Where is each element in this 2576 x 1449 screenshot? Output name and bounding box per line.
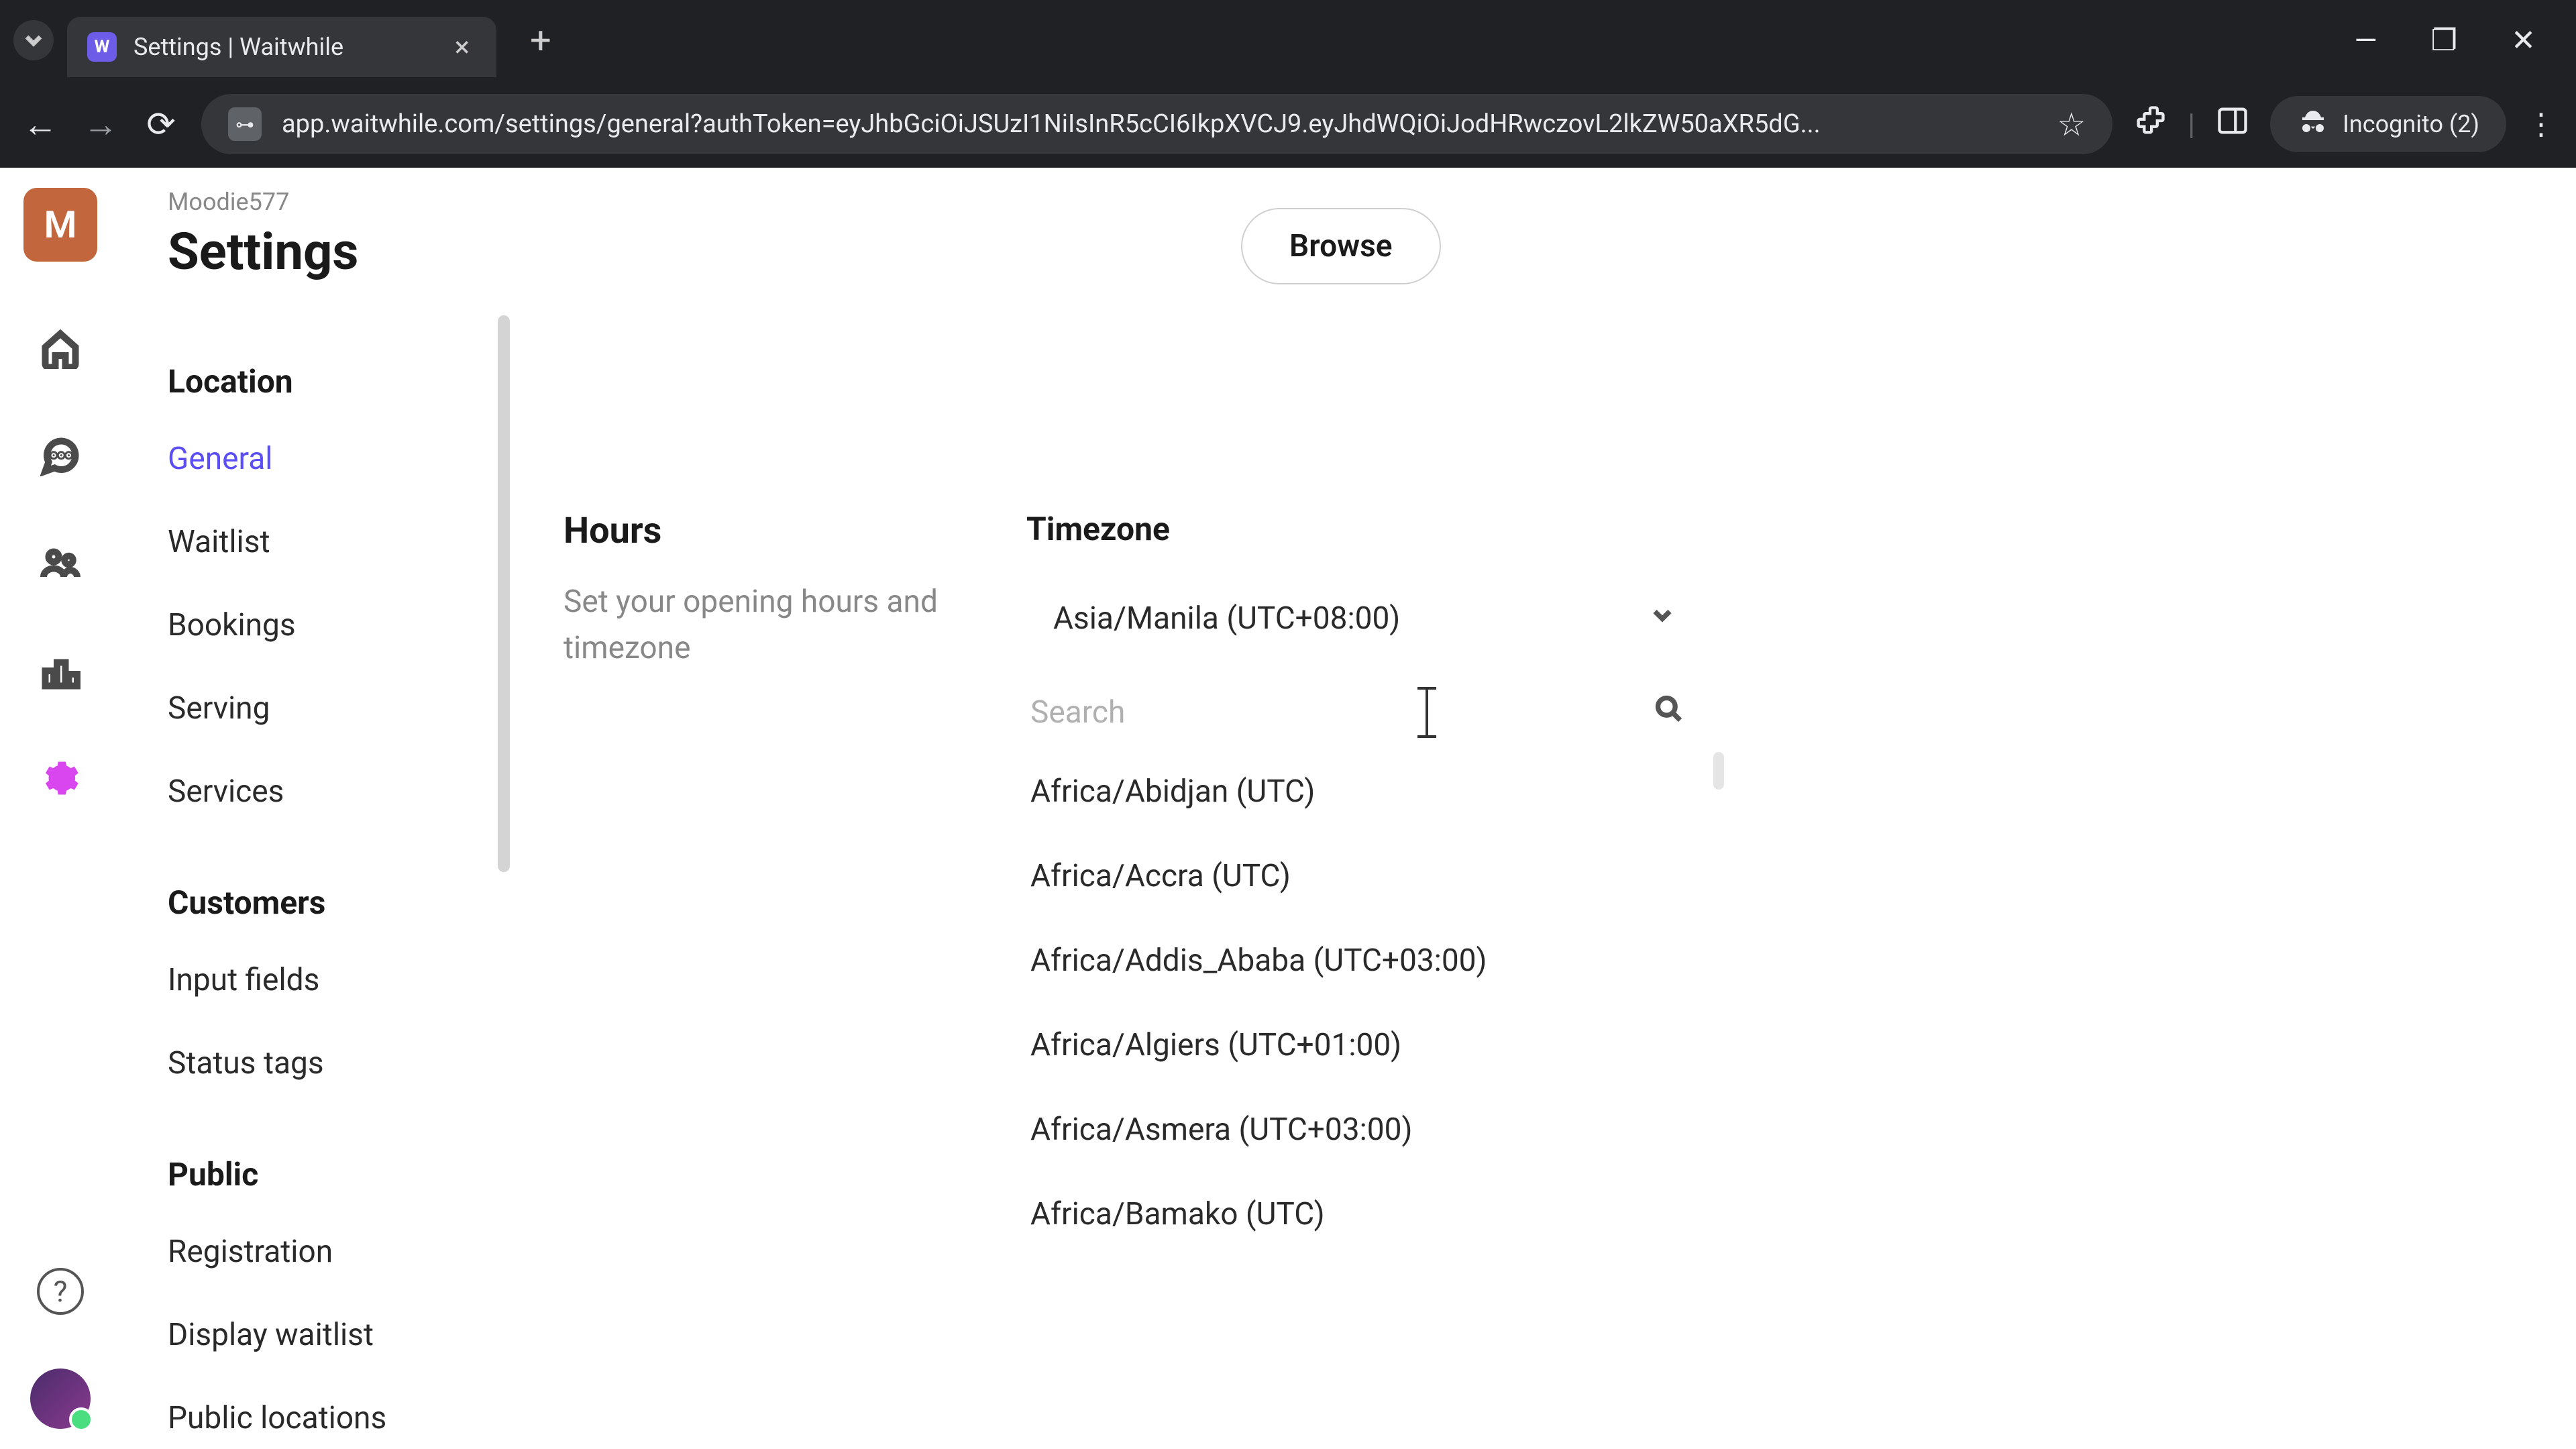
minimize-icon[interactable]: — [2354, 23, 2377, 58]
waitwhile-favicon: W [87, 32, 117, 62]
browser-chrome: W Settings | Waitwhile × + — ❐ ✕ ← → ⟳ ⊶… [0, 0, 2576, 168]
window-controls: — ❐ ✕ [2354, 23, 2563, 58]
timezone-option[interactable]: Africa/Asmera (UTC+03:00) [1026, 1087, 1697, 1172]
url-bar: ← → ⟳ ⊶ app.waitwhile.com/settings/gener… [0, 80, 2576, 168]
timezone-search-row [1026, 676, 1697, 749]
new-tab-button[interactable]: + [530, 18, 551, 62]
nav-section-title: Location [168, 362, 483, 400]
profile-avatar[interactable] [30, 1368, 91, 1429]
toolbar-divider: | [2188, 107, 2195, 142]
nav-section-title: Public [168, 1155, 483, 1193]
timezone-option[interactable]: Africa/Accra (UTC) [1026, 834, 1697, 918]
help-icon[interactable]: ? [37, 1268, 84, 1315]
side-panel-icon[interactable] [2215, 103, 2250, 146]
timezone-option-list: Africa/Abidjan (UTC) Africa/Accra (UTC) … [1026, 749, 1697, 1256]
analytics-icon[interactable] [40, 651, 80, 691]
hours-subtitle: Set your opening hours and timezone [564, 579, 939, 672]
close-window-icon[interactable]: ✕ [2511, 23, 2536, 58]
incognito-label: Incognito (2) [2343, 110, 2479, 138]
tab-list-dropdown[interactable] [13, 20, 54, 60]
incognito-badge[interactable]: Incognito (2) [2270, 96, 2506, 152]
nav-section-location: Location General Waitlist Bookings Servi… [168, 362, 483, 810]
back-button[interactable]: ← [20, 104, 60, 145]
chat-icon[interactable] [40, 436, 80, 476]
chevron-down-icon [1648, 600, 1677, 637]
site-info-icon[interactable]: ⊶ [228, 107, 262, 141]
users-icon[interactable] [40, 543, 80, 584]
app-root: M ? Moodie577 Settings Location General … [0, 168, 2576, 1449]
url-text: app.waitwhile.com/settings/general?authT… [282, 109, 2037, 139]
nav-item-registration[interactable]: Registration [168, 1234, 483, 1270]
forward-button[interactable]: → [80, 104, 121, 145]
nav-section-title: Customers [168, 883, 483, 922]
nav-item-services[interactable]: Services [168, 773, 483, 810]
org-name: Moodie577 [168, 188, 483, 216]
timezone-option[interactable]: Africa/Addis_Ababa (UTC+03:00) [1026, 918, 1697, 1003]
timezone-selected-value: Asia/Manila (UTC+08:00) [1053, 600, 1400, 637]
home-icon[interactable] [40, 329, 80, 369]
nav-item-serving[interactable]: Serving [168, 690, 483, 727]
timezone-list-scrollbar[interactable] [1713, 752, 1724, 790]
nav-section-public: Public Registration Display waitlist Pub… [168, 1155, 483, 1436]
timezone-option[interactable]: Africa/Abidjan (UTC) [1026, 749, 1697, 834]
timezone-option[interactable]: Africa/Bamako (UTC) [1026, 1172, 1697, 1256]
close-tab-icon[interactable]: × [455, 31, 470, 64]
hours-section: Hours Set your opening hours and timezon… [564, 510, 2522, 1256]
reload-button[interactable]: ⟳ [141, 104, 181, 145]
nav-item-status-tags[interactable]: Status tags [168, 1045, 483, 1081]
search-icon [1654, 694, 1684, 731]
hours-title: Hours [564, 510, 939, 552]
bookmark-star-icon[interactable]: ☆ [2057, 105, 2086, 144]
page-title: Settings [168, 221, 483, 282]
url-field[interactable]: ⊶ app.waitwhile.com/settings/general?aut… [201, 94, 2112, 154]
browse-button[interactable]: Browse [1241, 208, 1441, 284]
tab-title: Settings | Waitwhile [133, 33, 438, 61]
nav-item-bookings[interactable]: Bookings [168, 607, 483, 643]
nav-item-display-waitlist[interactable]: Display waitlist [168, 1317, 483, 1353]
browser-menu-icon[interactable]: ⋮ [2526, 107, 2556, 142]
maximize-icon[interactable]: ❐ [2431, 23, 2457, 58]
nav-item-general[interactable]: General [168, 441, 483, 477]
incognito-icon [2297, 108, 2329, 140]
main-content: Browse Hours Set your opening hours and … [510, 168, 2576, 1449]
settings-nav: Moodie577 Settings Location General Wait… [121, 168, 510, 1449]
nav-section-customers: Customers Input fields Status tags [168, 883, 483, 1081]
extensions-icon[interactable] [2133, 103, 2167, 146]
settings-icon[interactable] [40, 758, 80, 798]
timezone-option[interactable]: Africa/Algiers (UTC+01:00) [1026, 1003, 1697, 1087]
browser-tab[interactable]: W Settings | Waitwhile × [67, 17, 496, 77]
timezone-search-input[interactable] [1026, 694, 1654, 731]
nav-item-input-fields[interactable]: Input fields [168, 962, 483, 998]
tab-bar: W Settings | Waitwhile × + — ❐ ✕ [0, 0, 2576, 80]
org-avatar[interactable]: M [23, 188, 97, 262]
icon-rail: M ? [0, 168, 121, 1449]
timezone-label: Timezone [1026, 510, 1697, 548]
nav-item-public-locations[interactable]: Public locations [168, 1400, 483, 1436]
timezone-select[interactable]: Asia/Manila (UTC+08:00) [1026, 582, 1697, 655]
nav-item-waitlist[interactable]: Waitlist [168, 524, 483, 560]
